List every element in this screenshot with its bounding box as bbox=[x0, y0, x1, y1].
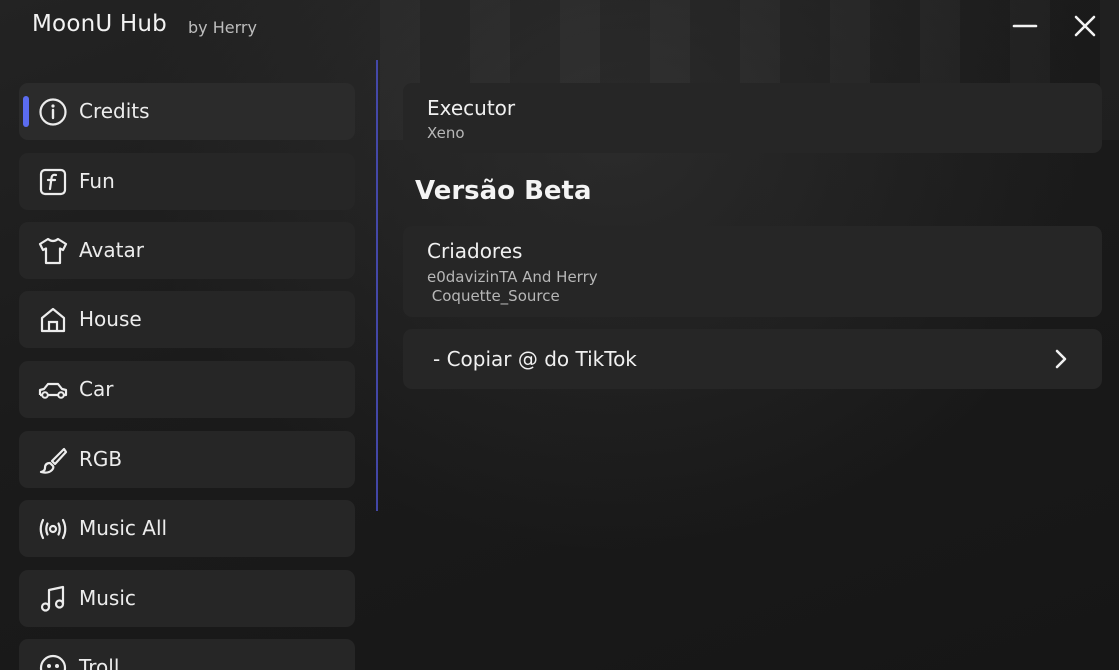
sidebar-item-music-all[interactable]: Music All bbox=[19, 500, 355, 557]
creators-line-2: Coquette_Source bbox=[427, 287, 560, 305]
minimize-icon bbox=[1012, 24, 1038, 28]
app-subtitle: by Herry bbox=[188, 18, 257, 37]
executor-card: Executor Xeno bbox=[403, 83, 1102, 153]
close-icon bbox=[1074, 15, 1096, 37]
sidebar-item-label: Music All bbox=[79, 516, 168, 540]
sidebar-item-fun[interactable]: Fun bbox=[19, 153, 355, 210]
creators-card: Criadores e0davizinTA And Herry Coquette… bbox=[403, 226, 1102, 317]
face-icon bbox=[37, 652, 69, 670]
active-indicator bbox=[23, 96, 29, 127]
sidebar-item-label: Car bbox=[79, 377, 114, 401]
creators-title: Criadores bbox=[427, 239, 523, 263]
shirt-icon bbox=[37, 235, 69, 267]
chevron-right-icon bbox=[1055, 349, 1067, 369]
close-button[interactable] bbox=[1067, 8, 1103, 44]
app-title: MoonU Hub bbox=[32, 11, 167, 37]
sidebar-item-label: House bbox=[79, 307, 142, 331]
sidebar-item-troll[interactable]: Troll bbox=[19, 639, 355, 670]
copy-tiktok-button[interactable]: - Copiar @ do TikTok bbox=[403, 329, 1102, 389]
executor-value: Xeno bbox=[427, 124, 465, 142]
house-icon bbox=[37, 304, 69, 336]
sidebar-item-label: Music bbox=[79, 586, 136, 610]
executor-title: Executor bbox=[427, 96, 516, 120]
sidebar-item-avatar[interactable]: Avatar bbox=[19, 222, 355, 279]
music-note-icon bbox=[37, 583, 69, 615]
info-icon bbox=[37, 96, 69, 128]
creators-line-1: e0davizinTA And Herry bbox=[427, 268, 598, 286]
copy-tiktok-label: - Copiar @ do TikTok bbox=[433, 347, 637, 371]
sidebar-item-label: Troll bbox=[79, 655, 120, 670]
brush-icon bbox=[37, 444, 69, 476]
sidebar-item-label: Avatar bbox=[79, 238, 144, 262]
broadcast-icon bbox=[37, 513, 69, 545]
car-icon bbox=[37, 374, 69, 406]
sidebar-item-label: Credits bbox=[79, 99, 150, 123]
f-icon bbox=[37, 166, 69, 198]
sidebar-item-house[interactable]: House bbox=[19, 291, 355, 348]
title-bar: MoonU Hub by Herry bbox=[0, 0, 1119, 52]
sidebar-item-car[interactable]: Car bbox=[19, 361, 355, 418]
section-heading: Versão Beta bbox=[415, 176, 592, 206]
sidebar: Credits Fun Avatar House Car RGB Music A… bbox=[19, 83, 355, 670]
sidebar-item-label: RGB bbox=[79, 447, 123, 471]
sidebar-item-music[interactable]: Music bbox=[19, 570, 355, 627]
sidebar-divider bbox=[376, 60, 378, 511]
sidebar-item-label: Fun bbox=[79, 169, 115, 193]
minimize-button[interactable] bbox=[1007, 8, 1043, 44]
sidebar-item-rgb[interactable]: RGB bbox=[19, 431, 355, 488]
sidebar-item-credits[interactable]: Credits bbox=[19, 83, 355, 140]
